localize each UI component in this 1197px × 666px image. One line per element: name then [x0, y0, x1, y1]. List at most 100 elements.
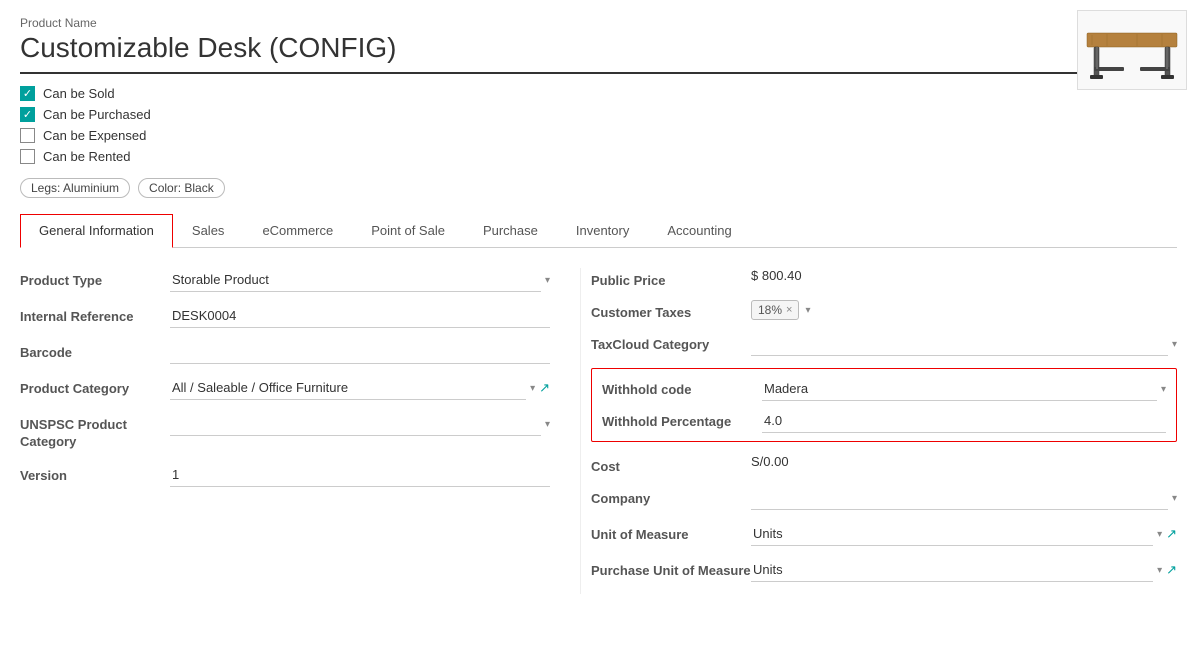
- product-category-select[interactable]: All / Saleable / Office Furniture: [170, 376, 526, 400]
- unit-of-measure-row: Unit of Measure Units ▾ ↗: [591, 522, 1177, 546]
- form-right: Public Price $ 800.40 Customer Taxes 18%…: [580, 268, 1177, 594]
- withhold-pct-value: [762, 409, 1166, 433]
- internal-reference-input[interactable]: [170, 304, 550, 328]
- purchase-unit-select[interactable]: Units: [751, 558, 1153, 582]
- product-category-ext-link[interactable]: ↗: [539, 380, 550, 396]
- form-body: Product Type Storable Product ▾ Internal…: [20, 268, 1177, 594]
- barcode-input[interactable]: [170, 340, 550, 364]
- tabs-bar: General Information Sales eCommerce Poin…: [20, 214, 1177, 248]
- checkbox-can-be-expensed[interactable]: Can be Expensed: [20, 128, 1177, 143]
- product-category-label: Product Category: [20, 376, 170, 396]
- internal-reference-label: Internal Reference: [20, 304, 170, 324]
- unspsc-select-wrap: ▾: [170, 412, 550, 436]
- tab-ecommerce[interactable]: eCommerce: [243, 214, 352, 247]
- taxcloud-label: TaxCloud Category: [591, 332, 751, 352]
- customer-taxes-value: 18% × ▾: [751, 300, 1177, 320]
- product-title-row: Customizable Desk (CONFIG) EN: [20, 32, 1177, 74]
- company-select-wrap: ▾: [751, 486, 1177, 510]
- product-category-select-wrap: All / Saleable / Office Furniture ▾ ↗: [170, 376, 550, 400]
- product-category-value: All / Saleable / Office Furniture ▾ ↗: [170, 376, 550, 400]
- version-value: [170, 463, 550, 487]
- checkbox-can-be-purchased[interactable]: Can be Purchased: [20, 107, 1177, 122]
- withhold-code-row: Withhold code Madera ▾: [602, 377, 1166, 401]
- withhold-code-select[interactable]: Madera: [762, 377, 1157, 401]
- product-category-dropdown-icon: ▾: [530, 383, 535, 394]
- company-dropdown-icon: ▾: [1172, 493, 1177, 504]
- tags-group: Legs: Aluminium Color: Black: [20, 178, 1177, 198]
- public-price-label: Public Price: [591, 268, 751, 288]
- company-row: Company ▾: [591, 486, 1177, 510]
- unspsc-select[interactable]: [170, 412, 541, 436]
- taxcloud-select-wrap: ▾: [751, 332, 1177, 356]
- tab-accounting[interactable]: Accounting: [648, 214, 750, 247]
- checkbox-can-be-purchased-label: Can be Purchased: [43, 107, 151, 122]
- product-type-label: Product Type: [20, 268, 170, 288]
- tax-badge-close[interactable]: ×: [786, 304, 792, 316]
- tab-point-of-sale[interactable]: Point of Sale: [352, 214, 464, 247]
- unspsc-dropdown-icon: ▾: [545, 419, 550, 430]
- purchase-unit-row: Purchase Unit of Measure Units ▾ ↗: [591, 558, 1177, 582]
- tab-general-information[interactable]: General Information: [20, 214, 173, 248]
- withhold-pct-label: Withhold Percentage: [602, 414, 762, 429]
- checkbox-can-be-sold-box[interactable]: [20, 86, 35, 101]
- purchase-unit-ext-link[interactable]: ↗: [1166, 562, 1177, 578]
- withhold-section: Withhold code Madera ▾ Withhold Percenta…: [591, 368, 1177, 442]
- checkbox-can-be-sold[interactable]: Can be Sold: [20, 86, 1177, 101]
- unit-of-measure-select[interactable]: Units: [751, 522, 1153, 546]
- barcode-value: [170, 340, 550, 364]
- tab-sales[interactable]: Sales: [173, 214, 244, 247]
- product-category-row: Product Category All / Saleable / Office…: [20, 376, 550, 400]
- withhold-code-value: Madera ▾: [762, 377, 1166, 401]
- version-label: Version: [20, 463, 170, 483]
- tax-badge: 18% ×: [751, 300, 799, 320]
- unspsc-label: UNSPSC Product Category: [20, 412, 170, 451]
- company-value: ▾: [751, 486, 1177, 510]
- purchase-unit-dropdown-icon: ▾: [1157, 565, 1162, 576]
- checkbox-can-be-rented-label: Can be Rented: [43, 149, 130, 164]
- taxcloud-value: ▾: [751, 332, 1177, 356]
- version-row: Version: [20, 463, 550, 487]
- customer-taxes-dropdown-icon[interactable]: ▾: [805, 305, 810, 316]
- withhold-code-label: Withhold code: [602, 382, 762, 397]
- product-type-value: Storable Product ▾: [170, 268, 550, 292]
- checkbox-can-be-rented-box[interactable]: [20, 149, 35, 164]
- taxcloud-row: TaxCloud Category ▾: [591, 332, 1177, 356]
- taxcloud-select[interactable]: [751, 332, 1168, 356]
- product-name-label: Product Name: [20, 16, 1177, 30]
- unspsc-value: ▾: [170, 412, 550, 436]
- withhold-pct-row: Withhold Percentage: [602, 409, 1166, 433]
- tab-inventory[interactable]: Inventory: [557, 214, 648, 247]
- checkbox-can-be-purchased-box[interactable]: [20, 107, 35, 122]
- cost-row: Cost S/0.00: [591, 454, 1177, 474]
- checkbox-can-be-expensed-label: Can be Expensed: [43, 128, 146, 143]
- cost-value: S/0.00: [751, 454, 1177, 469]
- page-container: Product Name Customizable Desk (CONFIG) …: [0, 0, 1197, 610]
- product-type-row: Product Type Storable Product ▾: [20, 268, 550, 292]
- withhold-code-dropdown-icon: ▾: [1161, 384, 1166, 395]
- version-input[interactable]: [170, 463, 550, 487]
- unit-of-measure-value: Units ▾ ↗: [751, 522, 1177, 546]
- company-label: Company: [591, 486, 751, 506]
- product-type-select-wrap: Storable Product ▾: [170, 268, 550, 292]
- checkbox-can-be-sold-label: Can be Sold: [43, 86, 115, 101]
- product-image: [1077, 10, 1187, 90]
- tag-color[interactable]: Color: Black: [138, 178, 225, 198]
- internal-reference-row: Internal Reference: [20, 304, 550, 328]
- product-title: Customizable Desk (CONFIG): [20, 32, 1147, 64]
- customer-taxes-label: Customer Taxes: [591, 300, 751, 320]
- unspsc-row: UNSPSC Product Category ▾: [20, 412, 550, 451]
- public-price-value: $ 800.40: [751, 268, 1177, 283]
- tax-badge-value: 18%: [758, 303, 782, 317]
- product-type-select[interactable]: Storable Product: [170, 268, 541, 292]
- withhold-pct-input[interactable]: [762, 409, 1166, 433]
- checkboxes-group: Can be Sold Can be Purchased Can be Expe…: [20, 86, 1177, 164]
- tag-legs[interactable]: Legs: Aluminium: [20, 178, 130, 198]
- checkbox-can-be-expensed-box[interactable]: [20, 128, 35, 143]
- company-select[interactable]: [751, 486, 1168, 510]
- form-left: Product Type Storable Product ▾ Internal…: [20, 268, 580, 594]
- customer-taxes-row: Customer Taxes 18% × ▾: [591, 300, 1177, 320]
- unit-of-measure-ext-link[interactable]: ↗: [1166, 526, 1177, 542]
- checkbox-can-be-rented[interactable]: Can be Rented: [20, 149, 1177, 164]
- tab-purchase[interactable]: Purchase: [464, 214, 557, 247]
- cost-display: S/0.00: [751, 450, 789, 469]
